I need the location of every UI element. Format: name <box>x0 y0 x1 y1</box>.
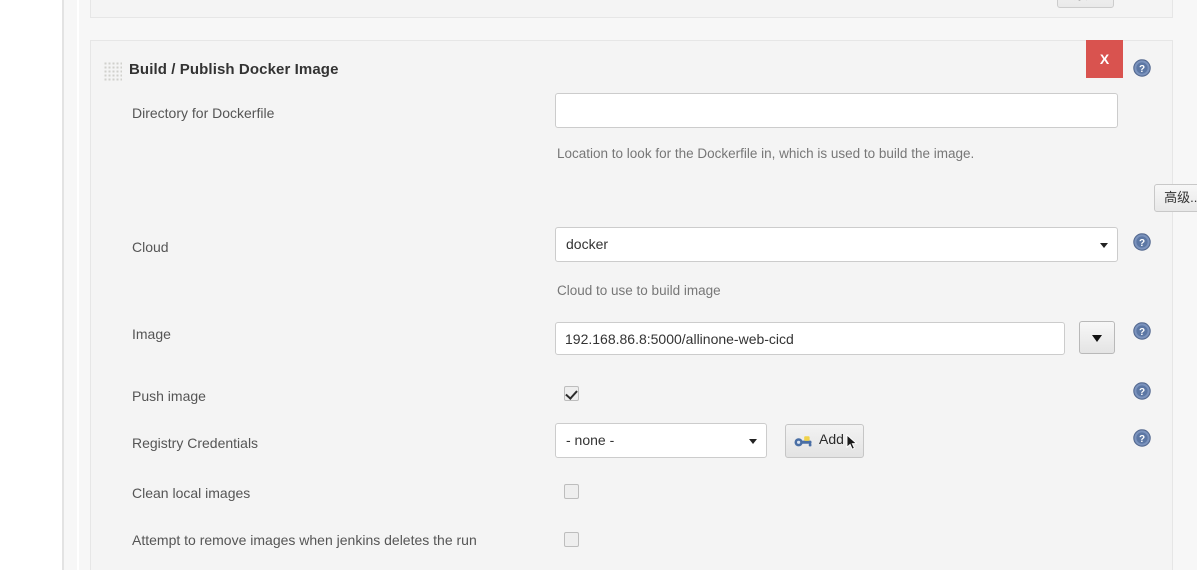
add-credentials-button-label: Add <box>819 431 844 447</box>
mouse-cursor-icon <box>846 434 859 454</box>
previous-section-block <box>90 0 1173 18</box>
image-dropdown-button[interactable] <box>1079 321 1115 354</box>
registry-credentials-select[interactable]: - none - <box>555 423 767 458</box>
build-publish-docker-image-panel: Build / Publish Docker Image X ? Directo… <box>90 40 1173 570</box>
chevron-down-icon-image <box>1092 335 1102 342</box>
svg-text:?: ? <box>1139 434 1145 445</box>
push-image-checkbox[interactable] <box>564 386 579 401</box>
label-clean-local-images: Clean local images <box>132 485 250 501</box>
chevron-down-icon-credentials <box>749 439 757 444</box>
label-directory-for-dockerfile: Directory for Dockerfile <box>132 105 274 121</box>
page-title: Build / Publish Docker Image <box>129 61 339 78</box>
screen-root: 添加 Build / Publish Docker Image X ? Dire… <box>0 0 1197 570</box>
help-icon-push-image[interactable]: ? <box>1133 382 1151 400</box>
help-icon-cloud[interactable]: ? <box>1133 233 1151 251</box>
svg-text:?: ? <box>1139 238 1145 249</box>
previous-section-add-button[interactable]: 添加 <box>1057 0 1114 8</box>
help-icon-panel[interactable]: ? <box>1133 59 1151 77</box>
help-icon-registry-credentials[interactable]: ? <box>1133 429 1151 447</box>
add-credentials-button[interactable]: Add <box>785 424 864 458</box>
label-push-image: Push image <box>132 388 206 404</box>
svg-text:?: ? <box>1139 327 1145 338</box>
label-image: Image <box>132 326 171 342</box>
cloud-select[interactable]: docker <box>555 227 1118 262</box>
directory-description: Location to look for the Dockerfile in, … <box>557 146 974 161</box>
image-input[interactable] <box>555 322 1065 355</box>
svg-text:?: ? <box>1139 387 1145 398</box>
left-margin <box>0 0 62 570</box>
clean-local-images-checkbox[interactable] <box>564 484 579 499</box>
left-vertical-divider-inner <box>77 0 79 570</box>
remove-on-delete-checkbox[interactable] <box>564 532 579 547</box>
label-registry-credentials: Registry Credentials <box>132 435 258 451</box>
label-cloud: Cloud <box>132 239 169 255</box>
cloud-select-value: docker <box>566 228 608 261</box>
help-icon-image[interactable]: ? <box>1133 322 1151 340</box>
advanced-button[interactable]: 高级... <box>1154 184 1197 212</box>
cloud-description: Cloud to use to build image <box>557 283 721 298</box>
close-button[interactable]: X <box>1086 40 1123 78</box>
advanced-button-label: 高级... <box>1164 190 1197 205</box>
svg-text:?: ? <box>1139 64 1145 75</box>
left-vertical-divider <box>62 0 64 570</box>
registry-credentials-value: - none - <box>566 424 614 457</box>
key-icon <box>794 433 813 451</box>
drag-grip-icon[interactable] <box>104 62 122 82</box>
chevron-down-icon-cloud <box>1100 243 1108 248</box>
label-remove-on-delete: Attempt to remove images when jenkins de… <box>132 532 477 548</box>
directory-for-dockerfile-input[interactable] <box>555 93 1118 128</box>
